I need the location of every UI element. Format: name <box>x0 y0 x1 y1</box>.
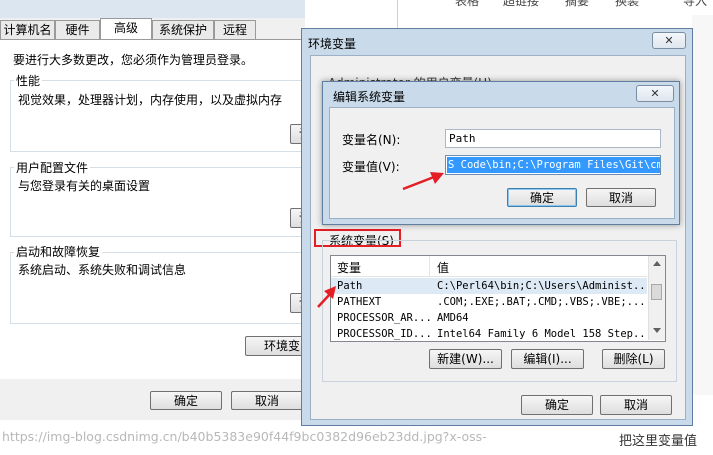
annotation-arrows <box>317 172 444 308</box>
tab-advanced[interactable]: 高级 <box>100 18 152 39</box>
arrow-to-path-row <box>317 286 336 308</box>
watermark-url: https://img-blog.csdnimg.cn/b40b5383e90f… <box>2 429 487 444</box>
bottom-right-text: 把这里变量值 <box>619 434 698 449</box>
arrow-to-value-field <box>402 172 444 191</box>
